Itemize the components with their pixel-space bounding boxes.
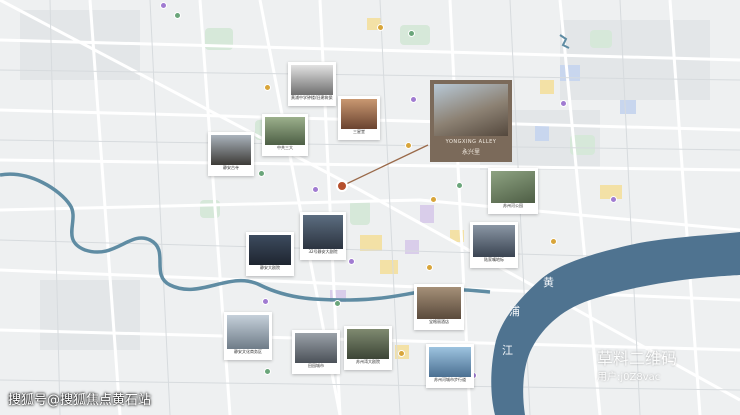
callout-caption: 静安文化商务区 bbox=[234, 349, 262, 354]
poi-marker[interactable] bbox=[348, 258, 355, 265]
poi-marker[interactable] bbox=[408, 30, 415, 37]
callout-c12[interactable]: 苏州湾大剧院 bbox=[344, 326, 392, 370]
poi-marker[interactable] bbox=[262, 298, 269, 305]
callout-c9[interactable]: 静安文化商务区 bbox=[224, 312, 272, 360]
poi-marker[interactable] bbox=[174, 12, 181, 19]
poi-marker[interactable] bbox=[377, 24, 384, 31]
project-location-marker[interactable] bbox=[336, 180, 348, 192]
project-name-cn: 永兴里 bbox=[461, 149, 480, 156]
callout-photo bbox=[473, 225, 515, 257]
callout-caption: 陆家嘴地标 bbox=[484, 257, 504, 262]
poi-marker[interactable] bbox=[398, 350, 405, 357]
poi-marker[interactable] bbox=[258, 170, 265, 177]
project-name-en: YONGXING ALLEY bbox=[445, 139, 497, 145]
callout-caption: 苏州河公园 bbox=[503, 203, 523, 208]
callout-photo bbox=[227, 315, 269, 349]
callout-photo bbox=[347, 329, 389, 359]
callout-caption: 静安大剧院 bbox=[260, 265, 280, 270]
callout-photo bbox=[291, 65, 333, 95]
poi-marker[interactable] bbox=[405, 142, 412, 149]
poi-marker[interactable] bbox=[610, 196, 617, 203]
callout-photo bbox=[341, 99, 377, 129]
callout-c7[interactable]: 静安大剧院 bbox=[246, 232, 294, 276]
watermark-qr-user: 用户:j0Z8vac bbox=[597, 372, 661, 383]
poi-marker[interactable] bbox=[334, 300, 341, 307]
callout-caption: 32号静安大剧院 bbox=[308, 249, 338, 254]
callout-photo bbox=[303, 215, 343, 249]
river-label-huang: 黄 bbox=[543, 276, 554, 289]
callout-caption: 静安古寺 bbox=[223, 165, 239, 170]
callout-caption: 苏州河城市步行道 bbox=[434, 377, 466, 382]
callout-photo bbox=[249, 235, 291, 265]
poi-marker[interactable] bbox=[426, 264, 433, 271]
callout-c11[interactable]: 宝格丽酒店 bbox=[414, 284, 464, 330]
callout-c3[interactable]: 三星堂 bbox=[338, 96, 380, 140]
callout-caption: 中共三大 bbox=[277, 145, 293, 150]
callout-photo bbox=[265, 117, 305, 145]
poi-marker[interactable] bbox=[410, 96, 417, 103]
callout-caption: 宝格丽酒店 bbox=[429, 319, 449, 324]
poi-marker[interactable] bbox=[312, 186, 319, 193]
river-label-pu: 浦 bbox=[509, 305, 520, 318]
callout-photo bbox=[429, 347, 471, 377]
callout-c2[interactable]: 中共三大 bbox=[262, 114, 308, 156]
callout-caption: 黄浦中学钟楼/旧建筑保护街区 bbox=[291, 95, 333, 100]
poi-marker[interactable] bbox=[264, 368, 271, 375]
poi-marker[interactable] bbox=[560, 100, 567, 107]
callout-caption: 田园城市 bbox=[308, 363, 324, 368]
callout-c10[interactable]: 田园城市 bbox=[292, 330, 340, 374]
callout-photo bbox=[211, 135, 251, 165]
poi-marker[interactable] bbox=[456, 182, 463, 189]
callout-photo bbox=[295, 333, 337, 363]
poi-marker[interactable] bbox=[430, 196, 437, 203]
callout-c4[interactable]: 静安古寺 bbox=[208, 132, 254, 176]
callout-c13[interactable]: 苏州河城市步行道 bbox=[426, 344, 474, 388]
callout-caption: 三星堂 bbox=[353, 129, 365, 134]
callout-c5[interactable]: 苏州河公园 bbox=[488, 168, 538, 214]
watermark-sohu: 搜狐号@搜狐焦点黄石站 bbox=[8, 393, 152, 408]
callout-caption: 苏州湾大剧院 bbox=[356, 359, 380, 364]
river-label-jiang: 江 bbox=[502, 344, 513, 357]
callout-photo bbox=[491, 171, 535, 203]
poi-marker[interactable] bbox=[550, 238, 557, 245]
callout-c6[interactable]: 32号静安大剧院 bbox=[300, 212, 346, 260]
project-photo bbox=[434, 84, 508, 136]
watermark-qr: 草料二维码 bbox=[597, 349, 678, 368]
featured-project-card[interactable]: YONGXING ALLEY 永兴里 bbox=[430, 80, 512, 162]
map-canvas[interactable]: YONGXING ALLEY 永兴里 黄浦中学钟楼/旧建筑保护街区 中共三大 三… bbox=[0, 0, 740, 415]
callout-c1[interactable]: 黄浦中学钟楼/旧建筑保护街区 bbox=[288, 62, 336, 106]
poi-marker[interactable] bbox=[264, 84, 271, 91]
poi-marker[interactable] bbox=[160, 2, 167, 9]
callout-photo bbox=[417, 287, 461, 319]
callout-c8[interactable]: 陆家嘴地标 bbox=[470, 222, 518, 268]
